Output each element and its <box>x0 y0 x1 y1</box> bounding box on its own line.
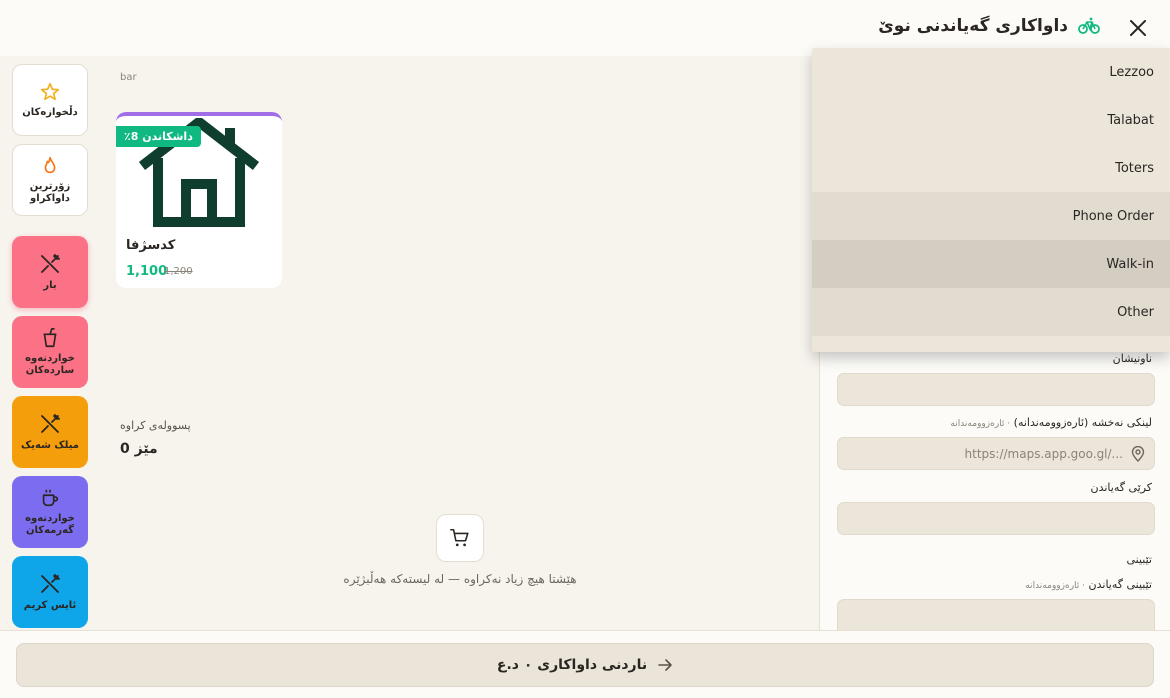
category-label: زۆرترین داواکراو <box>29 181 71 204</box>
empty-cart-box <box>436 514 484 562</box>
category-label: میلک شەیک <box>21 440 79 451</box>
header-title-group: داواکاری گەیاندنی نوێ <box>878 16 1100 36</box>
category-milkshake[interactable]: میلک شەیک <box>12 396 88 468</box>
delivery-fee-input[interactable] <box>837 502 1155 535</box>
notes-label: تێبینی <box>1126 553 1152 566</box>
category-label: بار <box>43 280 57 291</box>
coffee-cup-icon <box>42 489 59 507</box>
category-label: دڵخوازەکان <box>22 107 78 118</box>
utensils-crossed-icon <box>41 414 60 433</box>
map-link-label-text: لینکی نەخشە (ئارەزوومەندانە) <box>1013 416 1152 429</box>
submit-order-button[interactable]: ناردنی داواکاری ٠ د.ع <box>16 643 1154 687</box>
flame-icon <box>44 156 56 174</box>
bike-icon <box>1078 17 1100 34</box>
map-link-optional: ئارەزوومەندانە <box>950 419 1005 429</box>
category-ice-cream[interactable]: ئایس کریم <box>12 556 88 628</box>
category-label: خواردنەوە ساردەکان <box>25 353 75 376</box>
delivery-fee-label: کرێی گەیاندن <box>1090 481 1153 494</box>
dropdown-option-toters[interactable]: Toters <box>812 144 1170 192</box>
order-source-dropdown[interactable]: Lezzoo Talabat Toters Phone Order Walk-i… <box>812 48 1170 352</box>
product-name: کدسژفا <box>126 238 176 253</box>
map-link-label: لینکی نەخشە (ئارەزوومەندانە) · ئارەزوومە… <box>950 416 1152 429</box>
page-title: داواکاری گەیاندنی نوێ <box>878 16 1068 36</box>
delivery-note-label: تێبینی گەیاندن · ئارەزوومەندانە <box>1025 578 1152 591</box>
dropdown-option-other[interactable]: Other <box>812 288 1170 336</box>
cup-straw-icon <box>43 328 57 348</box>
dropdown-option-walk-in[interactable]: Walk-in <box>812 240 1170 288</box>
close-button[interactable] <box>1124 14 1152 42</box>
product-price: 1,100 <box>126 264 168 279</box>
table-value: مێز 0 <box>120 441 158 457</box>
discount-badge: داشکاندن 8٪ <box>116 126 201 147</box>
address-label: ناونیشان <box>1112 352 1152 365</box>
address-input[interactable] <box>837 373 1155 406</box>
dropdown-option-talabat[interactable]: Talabat <box>812 96 1170 144</box>
category-hot-drinks[interactable]: خواردنەوە گەرمەکان <box>12 476 88 548</box>
category-bar[interactable]: بار <box>12 236 88 308</box>
section-label: bar <box>120 72 137 83</box>
empty-cart-message: هێشتا هیچ زیاد نەکراوە — لە لیستەکە هەڵب… <box>343 572 577 586</box>
delivery-note-label-text: تێبینی گەیاندن <box>1088 578 1152 591</box>
product-old-price: 1,200 <box>164 266 193 277</box>
submit-order-label: ناردنی داواکاری ٠ د.ع <box>496 657 648 673</box>
category-cold-drinks[interactable]: خواردنەوە ساردەکان <box>12 316 88 388</box>
close-icon <box>1130 20 1146 36</box>
dropdown-option-lezzoo[interactable]: Lezzoo <box>812 48 1170 96</box>
category-label: ئایس کریم <box>23 600 77 611</box>
category-favorites[interactable]: دڵخوازەکان <box>12 64 88 136</box>
category-most-ordered[interactable]: زۆرترین داواکراو <box>12 144 88 216</box>
arrow-right-icon <box>658 659 672 671</box>
category-label: خواردنەوە گەرمەکان <box>25 513 75 536</box>
utensils-crossed-icon <box>41 574 60 593</box>
product-card[interactable]: داشکاندن 8٪ کدسژفا 1,100 1,200 <box>116 112 282 288</box>
cart-icon <box>450 528 469 547</box>
receipt-label: پسوولەی کراوە <box>120 419 191 432</box>
star-icon <box>40 82 60 101</box>
utensils-crossed-icon <box>41 254 60 273</box>
map-link-input[interactable] <box>837 437 1155 470</box>
bottom-bar: ناردنی داواکاری ٠ د.ع <box>0 630 1170 698</box>
dropdown-option-phone-order[interactable]: Phone Order <box>812 192 1170 240</box>
delivery-note-optional: ئارەزوومەندانە <box>1025 581 1080 591</box>
